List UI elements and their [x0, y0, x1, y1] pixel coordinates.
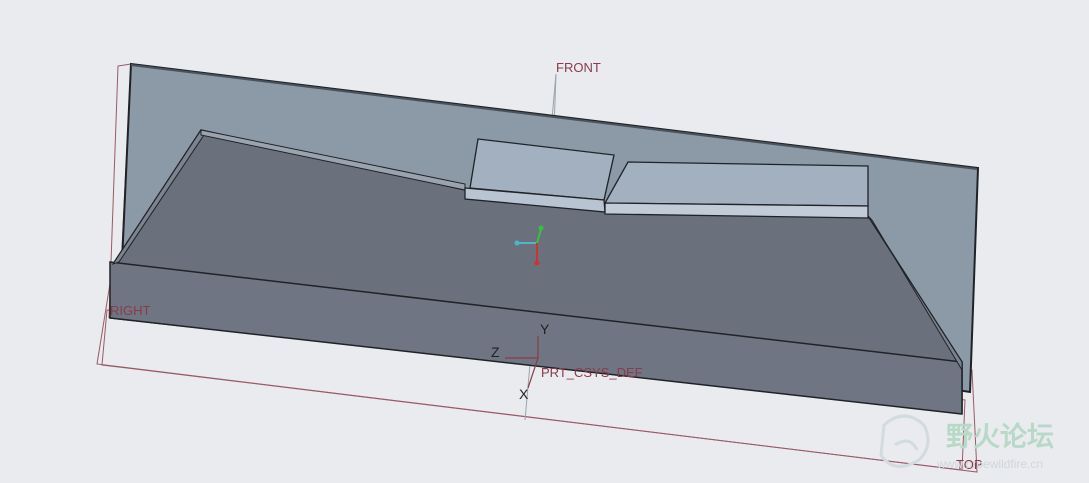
raised-block-right-top[interactable]	[603, 161, 869, 207]
right-plane-label[interactable]: RIGHT	[110, 303, 151, 318]
x-axis-label: X	[519, 386, 529, 402]
model-viewport[interactable]: FRONT RIGHT TOP PRT_CSYS_DEF Y Z X 野火论坛 …	[0, 0, 1089, 483]
y-axis-label: Y	[540, 321, 550, 337]
front-plane-label[interactable]: FRONT	[556, 60, 601, 75]
model-canvas[interactable]: FRONT RIGHT TOP PRT_CSYS_DEF Y Z X 野火论坛 …	[0, 0, 1089, 483]
watermark: 野火论坛 www.proewildfire.cn	[879, 414, 1054, 471]
watermark-logo-icon	[879, 414, 930, 468]
watermark-url: www.proewildfire.cn	[936, 457, 1043, 471]
watermark-title: 野火论坛	[946, 422, 1054, 453]
csys-label[interactable]: PRT_CSYS_DEF	[541, 365, 643, 380]
z-axis-label: Z	[491, 344, 500, 360]
